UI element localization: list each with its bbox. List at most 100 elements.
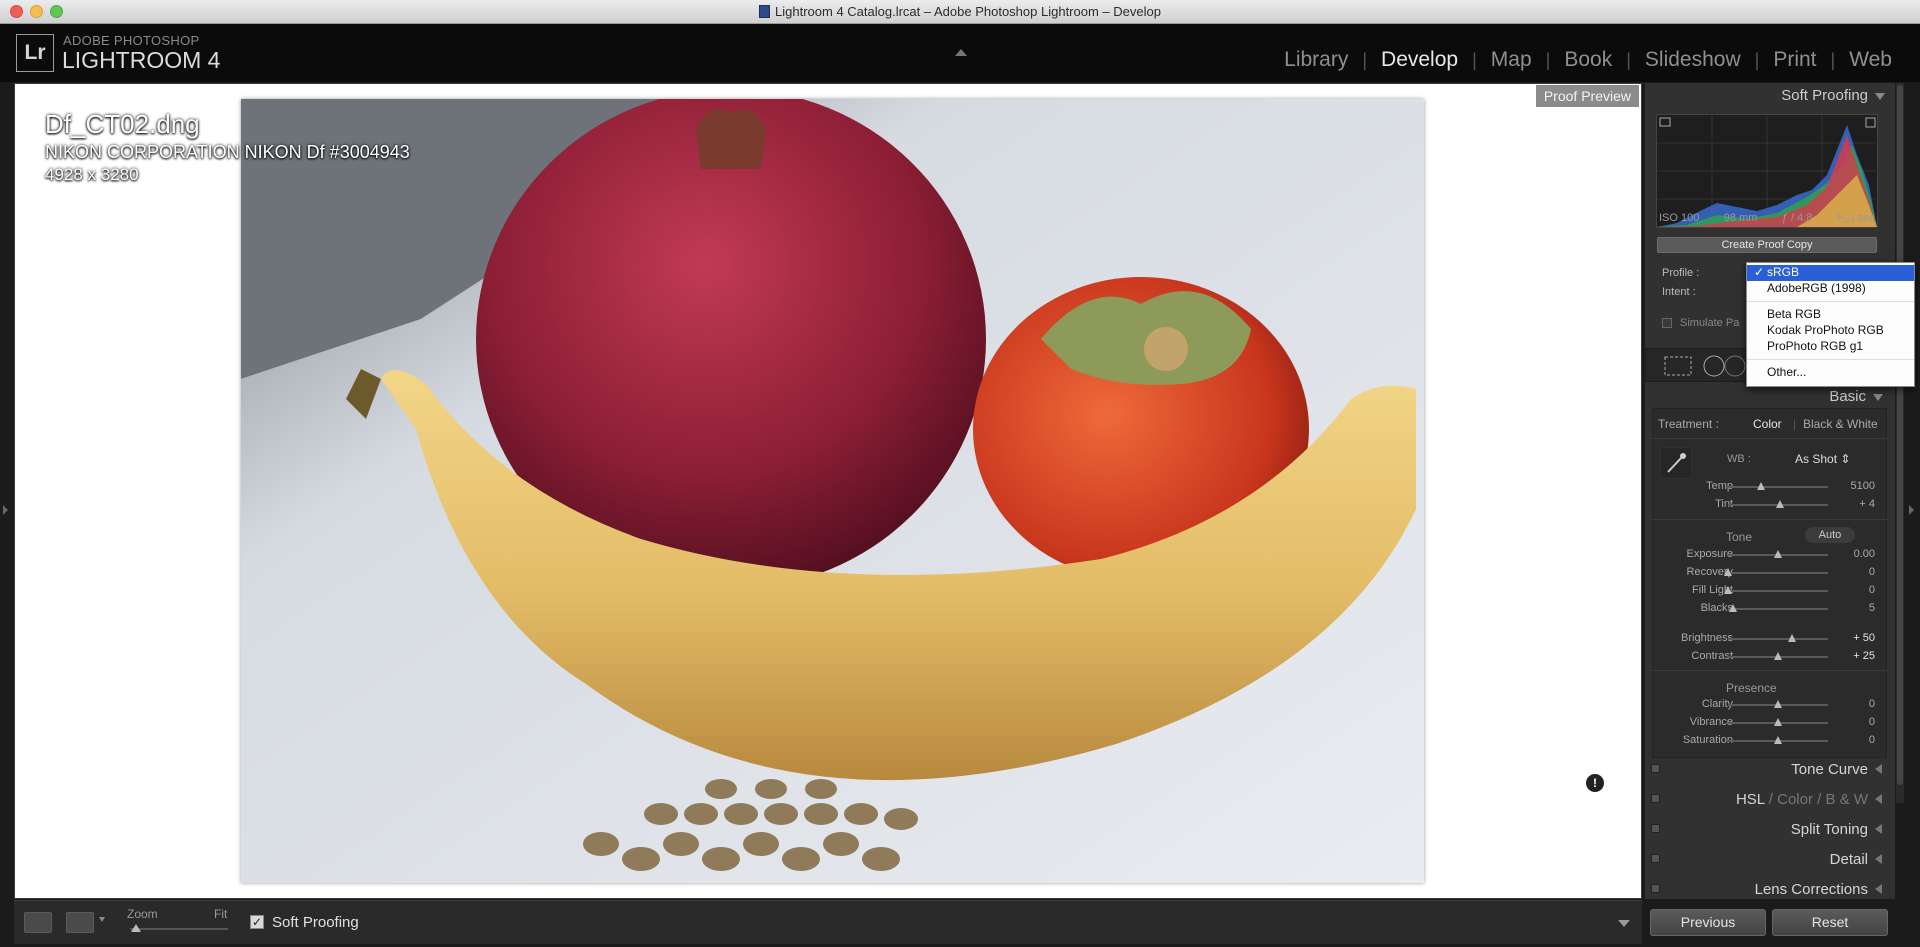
warning-icon[interactable]: ! xyxy=(1586,774,1604,792)
white-balance-eyedropper-icon[interactable] xyxy=(1660,447,1692,479)
slider-fill-light[interactable]: Fill Light 0 xyxy=(1652,583,1887,599)
panel-toggle-switch[interactable] xyxy=(1651,824,1660,833)
create-proof-copy-button[interactable]: Create Proof Copy xyxy=(1657,237,1877,253)
soft-proofing-header[interactable]: Soft Proofing xyxy=(1781,87,1885,104)
slider-value[interactable]: + 50 xyxy=(1853,632,1875,644)
slider-label: Contrast xyxy=(1691,650,1733,662)
panel-toggle-switch[interactable] xyxy=(1651,794,1660,803)
slider-track[interactable] xyxy=(1728,486,1828,488)
profile-option-beta-rgb[interactable]: Beta RGB xyxy=(1747,307,1914,323)
slider-track[interactable] xyxy=(1728,590,1828,592)
detail-panel-header[interactable]: Detail xyxy=(1645,847,1892,873)
slider-blacks[interactable]: Blacks 5 xyxy=(1652,601,1887,617)
slider-value[interactable]: 0 xyxy=(1869,734,1875,746)
slider-temp[interactable]: Temp 5100 xyxy=(1652,479,1887,495)
photo-preview[interactable] xyxy=(241,99,1424,883)
slider-value[interactable]: + 4 xyxy=(1859,498,1875,510)
treatment-color-option[interactable]: Color xyxy=(1753,417,1782,431)
view-mode-dropdown-icon[interactable] xyxy=(99,917,105,922)
red-eye-icon xyxy=(1724,355,1746,377)
slider-contrast[interactable]: Contrast + 25 xyxy=(1652,649,1887,665)
slider-knob[interactable] xyxy=(1774,718,1782,726)
hsl-panel-header[interactable]: HSL / Color / B & W xyxy=(1645,787,1892,813)
slider-knob[interactable] xyxy=(1729,604,1737,612)
treatment-bw-option[interactable]: Black & White xyxy=(1803,417,1878,431)
profile-option-srgb[interactable]: ✓ sRGB xyxy=(1747,265,1914,281)
panel-toggle-switch[interactable] xyxy=(1651,854,1660,863)
slider-knob[interactable] xyxy=(1788,634,1796,642)
slider-brightness[interactable]: Brightness + 50 xyxy=(1652,631,1887,647)
basic-header[interactable]: Basic xyxy=(1829,388,1883,405)
module-book[interactable]: Book xyxy=(1550,48,1626,72)
module-web[interactable]: Web xyxy=(1835,48,1906,72)
exif-aperture: ƒ / 4.8 xyxy=(1781,212,1813,224)
image-camera: NIKON CORPORATION NIKON Df #3004943 xyxy=(45,142,410,162)
module-library[interactable]: Library xyxy=(1270,48,1362,72)
panel-toggle-switch[interactable] xyxy=(1651,764,1660,773)
slider-knob[interactable] xyxy=(1774,550,1782,558)
before-after-view-button[interactable] xyxy=(66,912,94,933)
slider-value[interactable]: 0 xyxy=(1869,584,1875,596)
profile-option-other[interactable]: Other... xyxy=(1747,365,1914,381)
profile-option-prophoto-g1[interactable]: ProPhoto RGB g1 xyxy=(1747,339,1914,355)
auto-tone-button[interactable]: Auto xyxy=(1805,527,1855,543)
slider-knob[interactable] xyxy=(1774,736,1782,744)
previous-button[interactable]: Previous xyxy=(1650,909,1766,936)
zoom-slider-track[interactable] xyxy=(130,928,228,930)
zoom-label: Zoom xyxy=(127,907,158,921)
slider-clarity[interactable]: Clarity 0 xyxy=(1652,697,1887,713)
toolbar-options-icon[interactable] xyxy=(1618,920,1630,927)
slider-track[interactable] xyxy=(1728,572,1828,574)
profile-dropdown-menu[interactable]: ✓ sRGB AdobeRGB (1998) Beta RGB Kodak Pro… xyxy=(1746,262,1915,387)
zoom-slider-knob[interactable] xyxy=(131,924,141,932)
slider-tint[interactable]: Tint + 4 xyxy=(1652,497,1887,513)
module-develop[interactable]: Develop xyxy=(1367,48,1472,72)
lens-corrections-panel-header[interactable]: Lens Corrections xyxy=(1645,877,1892,903)
split-toning-panel-header[interactable]: Split Toning xyxy=(1645,817,1892,843)
slider-knob[interactable] xyxy=(1774,700,1782,708)
slider-track[interactable] xyxy=(1728,638,1828,640)
reset-button[interactable]: Reset xyxy=(1772,909,1888,936)
profile-option-kodak-prophoto[interactable]: Kodak ProPhoto RGB xyxy=(1747,323,1914,339)
module-print[interactable]: Print xyxy=(1759,48,1830,72)
right-panel-scrollbar[interactable] xyxy=(1896,83,1904,803)
loupe-view-button[interactable] xyxy=(24,912,52,933)
slider-saturation[interactable]: Saturation 0 xyxy=(1652,733,1887,749)
slider-track[interactable] xyxy=(1728,608,1828,610)
module-picker: Library | Develop | Map | Book | Slidesh… xyxy=(1270,48,1906,72)
histogram[interactable] xyxy=(1656,114,1879,228)
soft-proofing-checkbox[interactable]: ✓ xyxy=(250,915,264,929)
module-slideshow[interactable]: Slideshow xyxy=(1631,48,1755,72)
slider-knob[interactable] xyxy=(1724,568,1732,576)
expand-left-panel-icon[interactable] xyxy=(3,505,8,515)
profile-option-adobergb[interactable]: AdobeRGB (1998) xyxy=(1747,281,1914,297)
simulate-paper-checkbox[interactable] xyxy=(1662,318,1672,328)
module-map[interactable]: Map xyxy=(1477,48,1546,72)
slider-knob[interactable] xyxy=(1757,482,1765,490)
image-canvas[interactable]: Df_CT02.dng NIKON CORPORATION NIKON Df #… xyxy=(14,83,1642,899)
panel-toggle-switch[interactable] xyxy=(1651,884,1660,893)
slider-exposure[interactable]: Exposure 0.00 xyxy=(1652,547,1887,563)
slider-knob[interactable] xyxy=(1776,500,1784,508)
slider-value[interactable]: 5100 xyxy=(1851,480,1875,492)
image-filename: Df_CT02.dng xyxy=(45,109,200,139)
slider-vibrance[interactable]: Vibrance 0 xyxy=(1652,715,1887,731)
slider-value[interactable]: 0 xyxy=(1869,698,1875,710)
slider-knob[interactable] xyxy=(1774,652,1782,660)
slider-value[interactable]: 0 xyxy=(1869,566,1875,578)
slider-value[interactable]: 0 xyxy=(1869,716,1875,728)
slider-label: Brightness xyxy=(1681,632,1733,644)
slider-value[interactable]: 0.00 xyxy=(1854,548,1875,560)
collapse-icon xyxy=(1873,394,1883,401)
slider-value[interactable]: 5 xyxy=(1869,602,1875,614)
slider-value[interactable]: + 25 xyxy=(1853,650,1875,662)
slider-knob[interactable] xyxy=(1724,586,1732,594)
expand-right-panel-icon[interactable] xyxy=(1909,505,1914,515)
menu-separator xyxy=(1747,301,1914,302)
expand-icon xyxy=(1875,854,1882,864)
wb-dropdown[interactable]: As Shot ⇕ xyxy=(1795,452,1850,466)
tone-curve-panel-header[interactable]: Tone Curve xyxy=(1645,757,1892,783)
collapse-top-panel-icon[interactable] xyxy=(955,49,967,56)
slider-recovery[interactable]: Recovery 0 xyxy=(1652,565,1887,581)
brand-title: LIGHTROOM 4 xyxy=(62,47,221,73)
